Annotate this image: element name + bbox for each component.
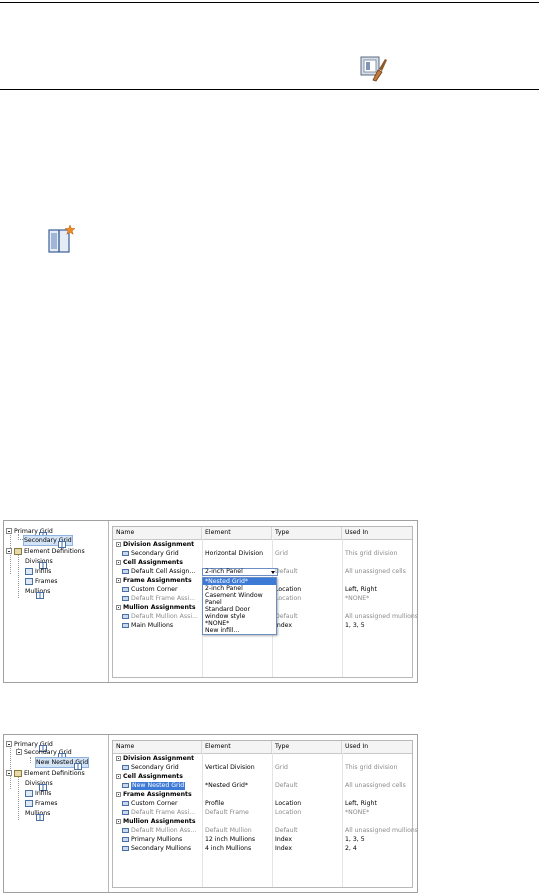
collapse-icon[interactable] bbox=[116, 541, 121, 547]
collapse-icon[interactable] bbox=[116, 559, 121, 565]
frame-icon bbox=[122, 800, 129, 806]
dropdown-option[interactable]: Standard Door bbox=[203, 606, 276, 613]
mullion-icon bbox=[122, 622, 129, 628]
collapse-icon[interactable] bbox=[6, 548, 12, 554]
category-division-assignment[interactable]: Division Assignment bbox=[113, 541, 412, 549]
table-row[interactable]: Secondary Grid Horizontal Division Grid … bbox=[113, 550, 412, 558]
table-row[interactable]: New Nested Grid *Nested Grid* Default Al… bbox=[113, 782, 412, 790]
tree-item-frames[interactable]: Frames bbox=[25, 799, 58, 808]
column-header-used-in[interactable]: Used In bbox=[342, 527, 417, 539]
table-row[interactable]: Custom Corner Profile Location Left, Rig… bbox=[113, 800, 412, 808]
tree-item-mullions[interactable]: Mullions bbox=[25, 809, 50, 821]
tree-item-element-definitions[interactable]: Element Definitions bbox=[6, 547, 85, 556]
column-header-type[interactable]: Type bbox=[272, 741, 342, 753]
assignments-grid-2: Name Element Type Used In Division Assig… bbox=[112, 740, 417, 888]
collapse-icon[interactable] bbox=[6, 770, 12, 776]
table-row[interactable]: Default Frame Assi... Default Frame Loca… bbox=[113, 809, 412, 817]
column-header-element[interactable]: Element bbox=[202, 527, 272, 539]
tree-item-element-definitions[interactable]: Element Definitions bbox=[6, 769, 85, 778]
grid-icon bbox=[122, 550, 129, 556]
column-header-used-in[interactable]: Used In bbox=[342, 741, 417, 753]
table-row[interactable]: Secondary Grid Vertical Division Grid Th… bbox=[113, 764, 412, 772]
infill-icon bbox=[25, 789, 33, 797]
element-dropdown[interactable]: 2-inch Panel bbox=[202, 568, 278, 576]
dropdown-option[interactable]: *Nested Grid* bbox=[203, 578, 276, 585]
category-frame-assignments[interactable]: Frame Assignments bbox=[113, 791, 412, 799]
dropdown-option[interactable]: New infill... bbox=[203, 627, 276, 634]
column-header-element[interactable]: Element bbox=[202, 741, 272, 753]
table-row[interactable]: Default Cell Assign... 2-inch Panel Defa… bbox=[113, 568, 412, 576]
tree-item-frames[interactable]: Frames bbox=[25, 577, 58, 586]
collapse-icon[interactable] bbox=[116, 577, 121, 583]
collapse-icon[interactable] bbox=[6, 528, 12, 534]
folder-icon bbox=[14, 547, 22, 555]
top-rule bbox=[0, 2, 539, 3]
dropdown-option[interactable]: Casement Window bbox=[203, 592, 276, 599]
grid-icon bbox=[122, 764, 129, 770]
mullion-icon bbox=[36, 592, 45, 599]
selected-name-cell[interactable]: New Nested Grid bbox=[131, 782, 186, 790]
tree-item-divisions[interactable]: Divisions bbox=[25, 779, 53, 791]
mullion-icon bbox=[36, 814, 45, 821]
collapse-icon[interactable] bbox=[116, 818, 121, 824]
column-header-type[interactable]: Type bbox=[272, 527, 342, 539]
collapse-icon[interactable] bbox=[6, 741, 12, 747]
assignments-grid-1: Name Element Type Used In Division Assig… bbox=[112, 526, 417, 678]
tree-item-infills[interactable]: Infills bbox=[25, 567, 51, 576]
add-nested-grid-icon[interactable] bbox=[48, 224, 76, 254]
tree-item-mullions[interactable]: Mullions bbox=[25, 587, 50, 599]
collapse-icon[interactable] bbox=[116, 773, 121, 779]
dropdown-option[interactable]: window style bbox=[203, 613, 276, 620]
style-editor-panel-2: Primary Grid Secondary Grid New Nested G… bbox=[3, 734, 418, 893]
table-row[interactable]: Primary Mullions 12 inch Mullions Index … bbox=[113, 836, 412, 844]
tree-item-secondary-grid[interactable]: Secondary Grid bbox=[16, 748, 72, 760]
collapse-icon[interactable] bbox=[116, 791, 121, 797]
frame-icon bbox=[25, 799, 33, 807]
infill-icon bbox=[25, 567, 33, 575]
grid-header: Name Element Type Used In bbox=[113, 741, 412, 754]
style-editor-panel-1: Primary Grid Secondary Grid Element Defi… bbox=[3, 520, 418, 683]
table-row[interactable]: Default Mullion Ass... Default Mullion D… bbox=[113, 827, 417, 835]
tree-item-new-nested-grid[interactable]: New Nested Grid bbox=[35, 757, 90, 770]
column-header-name[interactable]: Name bbox=[113, 527, 202, 539]
element-dropdown-list: *Nested Grid* 2-inch Panel Casement Wind… bbox=[202, 577, 277, 635]
collapse-icon[interactable] bbox=[16, 749, 22, 755]
frame-icon bbox=[122, 586, 129, 592]
mid-rule bbox=[0, 89, 539, 90]
collapse-icon[interactable] bbox=[116, 755, 121, 761]
cell-icon bbox=[122, 568, 129, 574]
dropdown-option[interactable]: Panel bbox=[203, 599, 276, 606]
tree-item-secondary-grid[interactable]: Secondary Grid bbox=[23, 535, 73, 548]
frame-icon bbox=[122, 809, 129, 815]
tree-item-divisions[interactable]: Divisions bbox=[25, 557, 53, 569]
dropdown-option[interactable]: *NONE* bbox=[203, 620, 276, 627]
design-tree-2: Primary Grid Secondary Grid New Nested G… bbox=[4, 735, 109, 892]
design-tree-1: Primary Grid Secondary Grid Element Defi… bbox=[4, 521, 109, 682]
frame-icon bbox=[122, 595, 129, 601]
mullion-icon bbox=[122, 827, 129, 833]
tree-item-infills[interactable]: Infills bbox=[25, 789, 51, 798]
column-header-name[interactable]: Name bbox=[113, 741, 202, 753]
category-division-assignment[interactable]: Division Assignment bbox=[113, 755, 412, 763]
grid-header: Name Element Type Used In bbox=[113, 527, 412, 540]
mullion-icon bbox=[122, 613, 129, 619]
collapse-icon[interactable] bbox=[116, 604, 121, 610]
category-mullion-assignments[interactable]: Mullion Assignments bbox=[113, 818, 412, 826]
mullion-icon bbox=[122, 836, 129, 842]
category-cell-assignments[interactable]: Cell Assignments bbox=[113, 559, 412, 567]
mullion-icon bbox=[122, 845, 129, 851]
paint-brush-icon[interactable] bbox=[360, 56, 388, 82]
frame-icon bbox=[25, 577, 33, 585]
dropdown-option[interactable]: 2-inch Panel bbox=[203, 585, 276, 592]
category-cell-assignments[interactable]: Cell Assignments bbox=[113, 773, 412, 781]
folder-icon bbox=[14, 769, 22, 777]
grid-icon bbox=[122, 782, 129, 788]
table-row[interactable]: Secondary Mullions 4 inch Mullions Index… bbox=[113, 845, 412, 853]
